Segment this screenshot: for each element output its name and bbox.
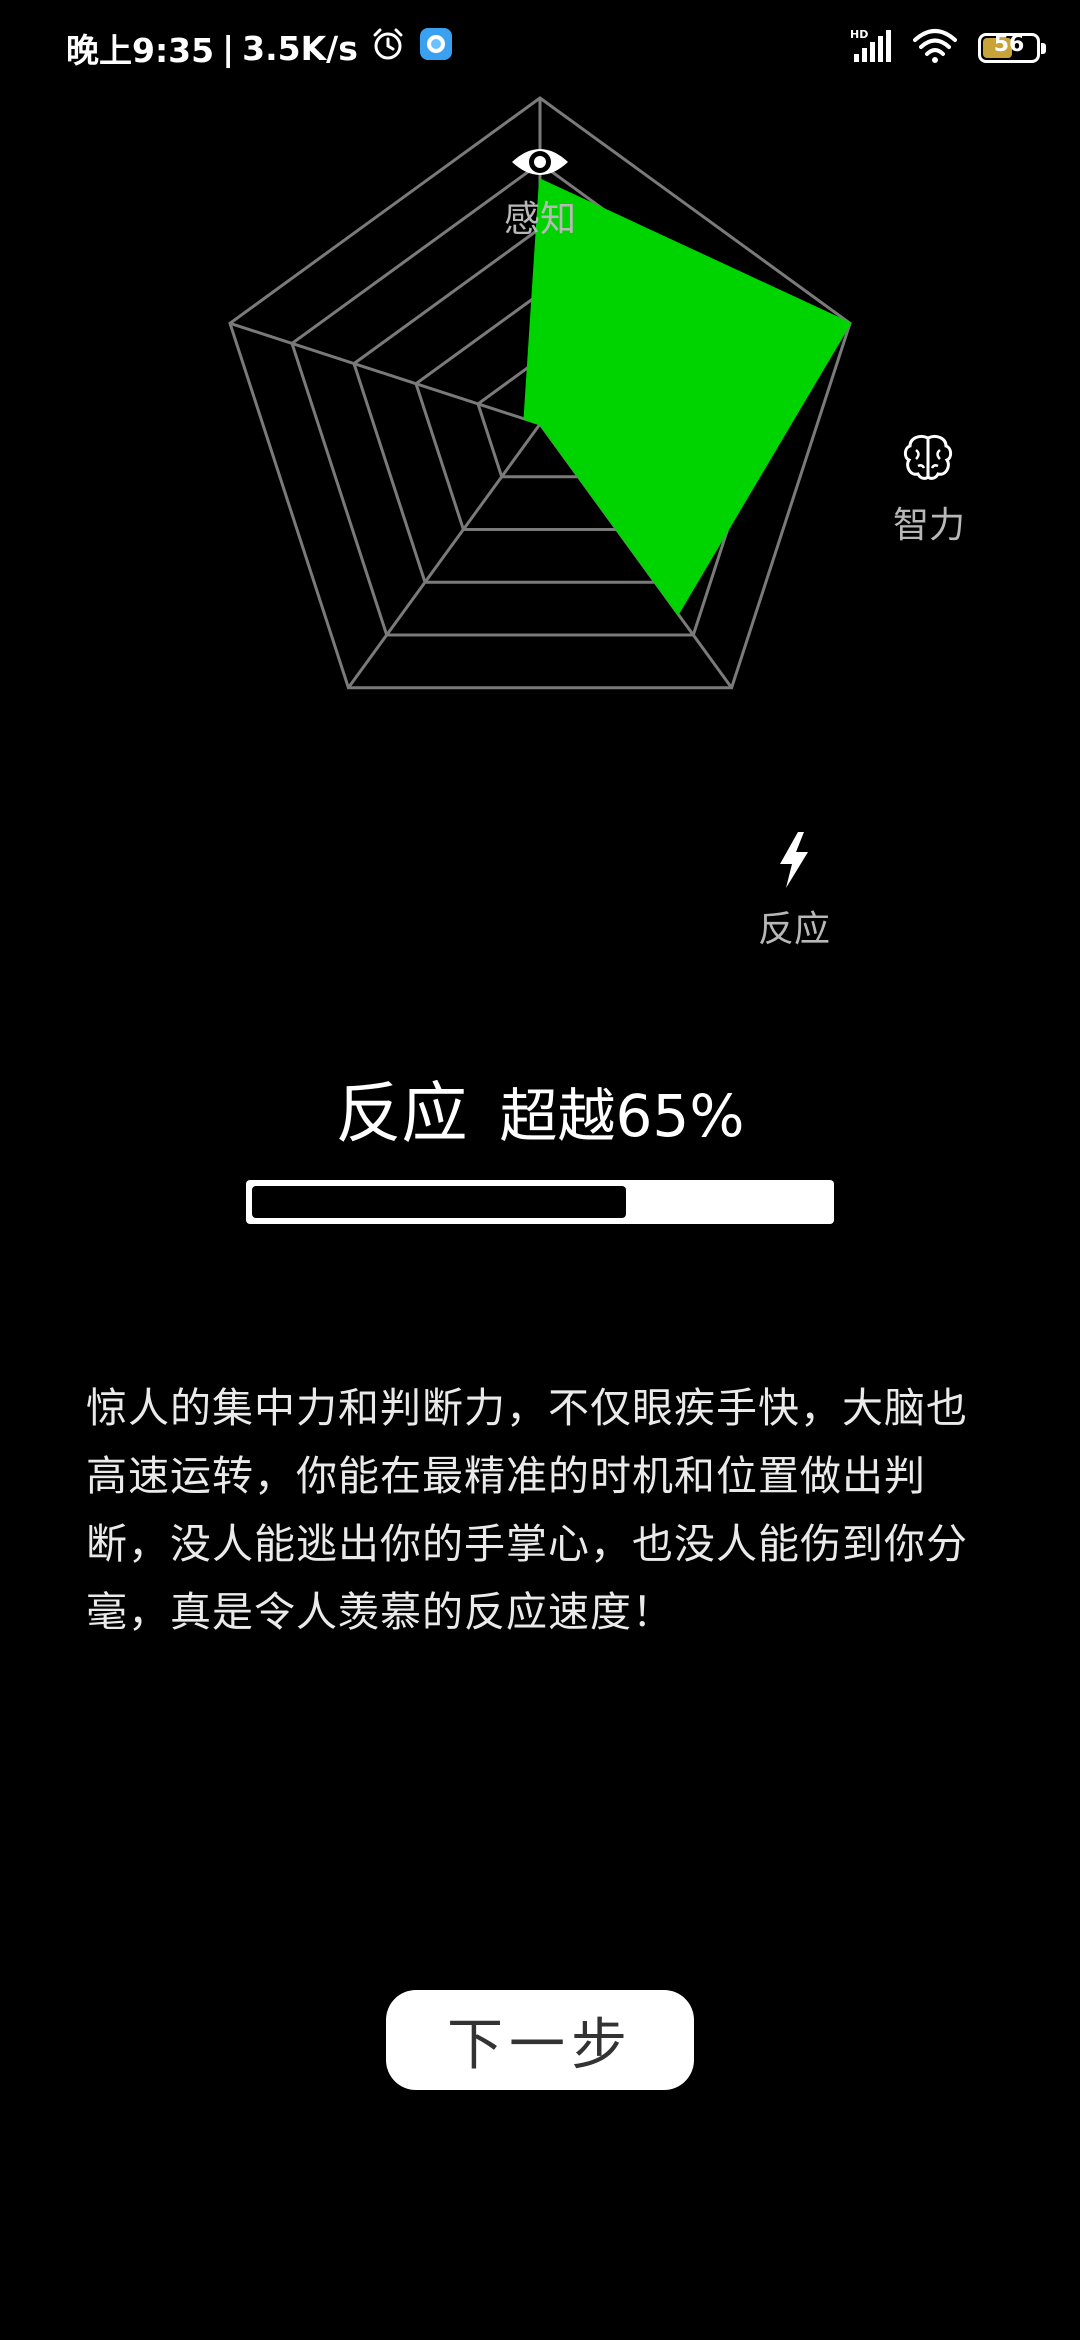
result-title: 反应 超越65% — [0, 1060, 1080, 1156]
radar-axis-line — [347, 423, 542, 689]
next-step-button[interactable]: 下一步 — [386, 1990, 694, 2090]
result-stat-value: 超越65% — [499, 1082, 745, 1150]
lightning-icon — [774, 830, 814, 890]
radar-axis-line — [229, 321, 541, 426]
eye-icon — [510, 142, 570, 182]
radar-axis-label-perception: 感知 — [503, 199, 576, 240]
radar-axis-label-reaction: 反应 — [757, 909, 830, 950]
radar-axis-label-intelligence: 智力 — [892, 505, 965, 546]
result-stat-name: 反应 — [335, 1075, 468, 1152]
result-progress-fill — [252, 1186, 626, 1218]
result-description: 惊人的集中力和判断力，不仅眼疾手快，大脑也高速运转，你能在最精准的时机和位置做出… — [86, 1384, 968, 1636]
radar-chart: 感知 智力 反应 — [0, 0, 1080, 1000]
radar-value-shape — [523, 177, 852, 616]
brain-icon — [902, 432, 954, 484]
result-progress-bar — [246, 1180, 834, 1224]
